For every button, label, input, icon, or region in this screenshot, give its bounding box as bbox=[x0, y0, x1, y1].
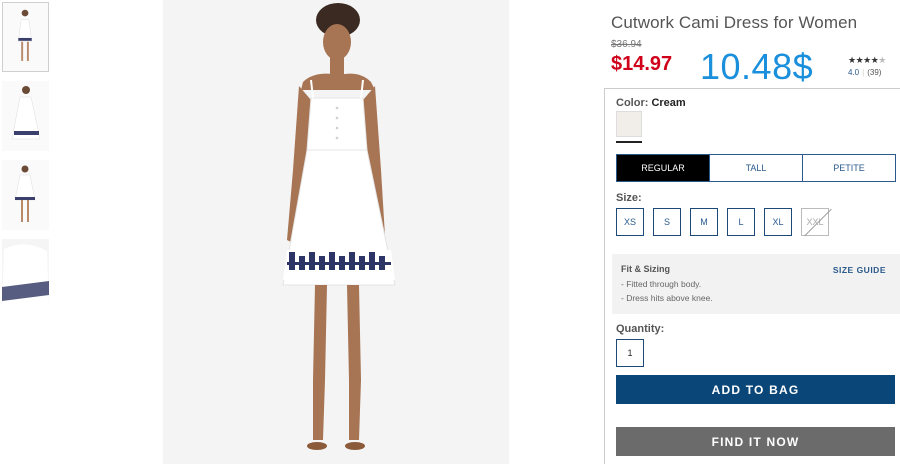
fit-note: - Dress hits above knee. bbox=[621, 293, 713, 303]
rating-stars-icon: ★★★★★ bbox=[848, 55, 896, 66]
thumbnail-side[interactable] bbox=[2, 81, 49, 151]
quantity-label: Quantity: bbox=[616, 323, 665, 335]
size-l-button[interactable]: L bbox=[727, 208, 755, 236]
fit-note: - Fitted through body. bbox=[621, 279, 702, 289]
dress-hem-detail-image bbox=[2, 239, 49, 309]
fit-sizing-title: Fit & Sizing bbox=[621, 264, 670, 274]
size-xxl-button-unavailable: XXL bbox=[801, 208, 829, 236]
tab-petite[interactable]: PETITE bbox=[803, 155, 895, 181]
size-options: XS S M L XL XXL bbox=[616, 208, 838, 236]
empty-star: ★ bbox=[878, 55, 886, 65]
tab-regular[interactable]: REGULAR bbox=[617, 155, 710, 181]
size-m-button[interactable]: M bbox=[690, 208, 718, 236]
thumbnail-front-full[interactable] bbox=[2, 2, 49, 72]
thumbnail-hem-detail[interactable] bbox=[2, 239, 49, 309]
selected-swatch-indicator bbox=[616, 141, 642, 143]
product-title: Cutwork Cami Dress for Women bbox=[611, 13, 858, 32]
review-count[interactable]: (39) bbox=[867, 68, 881, 77]
dress-back-image bbox=[2, 160, 49, 230]
tab-tall[interactable]: TALL bbox=[710, 155, 803, 181]
color-label: Color: Cream bbox=[616, 97, 686, 109]
size-label: Size: bbox=[616, 192, 642, 204]
color-swatch-cream[interactable] bbox=[616, 111, 642, 137]
quantity-input[interactable]: 1 bbox=[616, 339, 644, 367]
product-rating[interactable]: ★★★★★ 4.0 | (39) bbox=[848, 55, 896, 77]
size-s-button[interactable]: S bbox=[653, 208, 681, 236]
rating-meta: 4.0 | (39) bbox=[848, 68, 896, 77]
size-xl-button[interactable]: XL bbox=[764, 208, 792, 236]
main-product-image[interactable] bbox=[163, 0, 509, 464]
find-it-now-button[interactable]: FIND IT NOW bbox=[616, 427, 895, 456]
alt-price: 10.48$ bbox=[700, 46, 814, 87]
size-guide-link[interactable]: SIZE GUIDE bbox=[833, 265, 886, 275]
sale-price: $14.97 bbox=[611, 53, 673, 75]
fit-sizing-box: Fit & Sizing SIZE GUIDE - Fitted through… bbox=[612, 254, 900, 314]
rating-score: 4.0 bbox=[848, 68, 860, 77]
add-to-bag-button[interactable]: ADD TO BAG bbox=[616, 375, 895, 404]
dress-side-image bbox=[2, 81, 49, 151]
color-value: Cream bbox=[651, 97, 686, 109]
fit-type-tabs: REGULAR TALL PETITE bbox=[616, 154, 896, 182]
filled-stars: ★★★★ bbox=[848, 55, 879, 65]
size-xs-button[interactable]: XS bbox=[616, 208, 644, 236]
dress-front-image bbox=[3, 3, 48, 71]
thumbnail-back[interactable] bbox=[2, 160, 49, 230]
color-label-text: Color: bbox=[616, 97, 649, 109]
original-price: $36.94 bbox=[611, 39, 642, 50]
rating-separator: | bbox=[862, 68, 865, 77]
model-in-dress-illustration bbox=[163, 0, 509, 464]
